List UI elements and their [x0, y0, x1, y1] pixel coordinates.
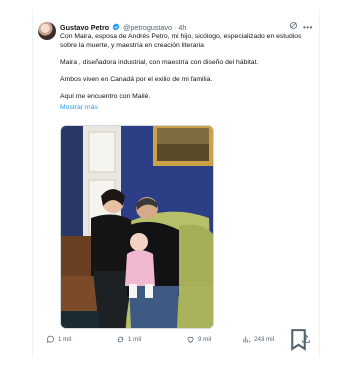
repost-icon — [117, 336, 124, 342]
heart-icon — [187, 336, 194, 343]
tweet-text: Con Maira, esposa de Andrés Petro, mi hi… — [60, 32, 314, 112]
tweet-paragraph: Aquí me encuentro con Mailé. — [60, 93, 151, 100]
tweet-photo[interactable] — [60, 125, 214, 329]
reply-button[interactable]: 1 mil — [46, 335, 71, 344]
show-more-link[interactable]: Mostrar más — [60, 103, 314, 112]
author-avatar[interactable] — [38, 22, 56, 40]
more-options-icon[interactable]: ••• — [303, 23, 313, 32]
reply-icon — [46, 335, 54, 343]
repost-count: 1 mil — [128, 335, 142, 343]
like-count: 9 mil — [198, 335, 212, 343]
views-count: 243 mil — [254, 335, 274, 343]
grok-icon[interactable] — [289, 21, 298, 30]
views-chart-icon — [243, 336, 250, 342]
tweet-paragraph: Maira , diseñadora industrial, con maest… — [60, 59, 259, 66]
tweet-actions: 1 mil 1 mil 9 mil 243 mil — [46, 328, 311, 351]
like-button[interactable]: 9 mil — [186, 335, 211, 344]
share-icon[interactable] — [301, 334, 311, 344]
photo-image — [61, 126, 213, 328]
reply-count: 1 mil — [58, 335, 72, 343]
repost-button[interactable]: 1 mil — [116, 335, 141, 344]
tweet-card[interactable]: Gustavo Petro @petrogustavo · 4h ••• Con… — [32, 10, 320, 357]
views-button[interactable]: 243 mil — [242, 335, 274, 344]
verified-badge-icon — [112, 23, 120, 31]
post-time[interactable]: 4h — [178, 23, 186, 32]
header-separator: · — [174, 22, 177, 32]
tweet-paragraph: Con Maira, esposa de Andrés Petro, mi hi… — [60, 33, 302, 49]
tweet-paragraph: Ambos viven en Canadá por el exilio de m… — [60, 76, 213, 83]
author-handle[interactable]: @petrogustavo — [123, 23, 172, 32]
author-name[interactable]: Gustavo Petro — [60, 23, 109, 32]
